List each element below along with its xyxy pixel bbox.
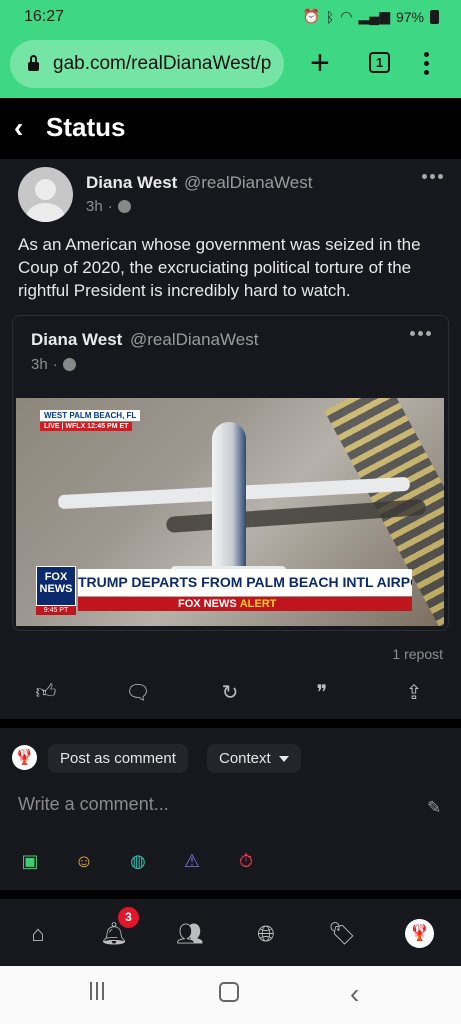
- notification-badge: 3: [118, 907, 139, 928]
- wifi-icon: ◠: [340, 8, 353, 24]
- chyron-headline: TRUMP DEPARTS FROM PALM BEACH INTL AIRPO…: [78, 569, 412, 596]
- bluetooth-icon: ᛒ: [325, 8, 335, 25]
- url-text: gab.com/realDianaWest/p: [53, 53, 272, 74]
- system-navigation: ‹: [0, 966, 461, 1024]
- home-icon[interactable]: ⌂: [23, 919, 53, 949]
- current-user-avatar[interactable]: 🦞: [12, 745, 37, 770]
- share-icon[interactable]: ⇪: [401, 679, 427, 705]
- browser-menu-icon[interactable]: [424, 52, 429, 79]
- lock-icon: [28, 55, 39, 71]
- comment-composer: 🦞 Post as comment Context ✎ ▣ ☺ ◍ ⚠ ⏱: [0, 728, 461, 890]
- context-label: Context: [219, 750, 271, 767]
- comment-icon[interactable]: 🗨︎: [125, 679, 151, 705]
- repost-icon[interactable]: ↻: [217, 679, 243, 705]
- globe-location-icon[interactable]: ◍: [127, 850, 149, 872]
- globe-icon: [62, 358, 76, 371]
- system-icons: ⏰ ᛒ ◠ ▂▄▆ 97%: [302, 8, 439, 25]
- alarm-icon: ⏰: [302, 8, 320, 24]
- author-avatar[interactable]: [18, 167, 73, 222]
- quoted-author-handle[interactable]: @realDianaWest: [130, 330, 258, 350]
- timer-icon[interactable]: ⏱: [235, 850, 257, 872]
- warning-icon[interactable]: ⚠: [181, 850, 203, 872]
- broadcast-clock: 9:45 PT: [36, 606, 76, 615]
- address-bar[interactable]: gab.com/realDianaWest/p: [10, 40, 284, 88]
- post-age[interactable]: 3h: [86, 198, 103, 215]
- groups-icon[interactable]: 👥︎: [175, 919, 205, 949]
- image-upload-icon[interactable]: ▣: [19, 850, 41, 872]
- author-name[interactable]: Diana West: [86, 173, 177, 193]
- tags-icon[interactable]: 🏷︎: [327, 919, 357, 949]
- profile-avatar[interactable]: 🦞: [405, 919, 434, 948]
- post-as-comment-button[interactable]: Post as comment: [48, 744, 188, 773]
- context-dropdown[interactable]: Context: [207, 744, 301, 773]
- clock: 16:27: [24, 8, 65, 25]
- page-title: Status: [46, 112, 126, 142]
- media-image[interactable]: WEST PALM BEACH, FL LIVE | WFLX 12:45 PM…: [16, 398, 444, 626]
- repost-count[interactable]: 1 repost: [392, 646, 443, 662]
- page-header: ‹ Status: [0, 98, 461, 158]
- alert-brand: FOX NEWS: [178, 598, 237, 610]
- system-back-icon[interactable]: ‹: [350, 978, 359, 1010]
- quoted-author-name[interactable]: Diana West: [31, 330, 122, 350]
- quoted-post-meta: 3h ·: [31, 356, 76, 373]
- post-meta: 3h ·: [86, 198, 131, 215]
- emoji-icon[interactable]: ☺: [73, 850, 95, 872]
- explore-globe-icon[interactable]: 🌐︎: [251, 919, 281, 949]
- like-thumb-icon[interactable]: 👍︎: [33, 679, 59, 705]
- pencil-icon[interactable]: ✎: [427, 798, 441, 818]
- comment-input[interactable]: [18, 794, 418, 815]
- quoted-more-options-icon[interactable]: [410, 331, 431, 336]
- post-actions: 👍︎ 🗨︎ ↻ ❞ ⇪: [0, 679, 461, 709]
- new-tab-plus-icon[interactable]: +: [310, 46, 330, 80]
- battery-icon: [430, 9, 439, 24]
- quote-icon[interactable]: ❞: [309, 679, 335, 705]
- status-card: Diana West @realDianaWest 3h · As an Ame…: [0, 159, 461, 719]
- status-bar: 16:27 ⏰ ᛒ ◠ ▂▄▆ 97%: [0, 0, 461, 34]
- globe-icon: [117, 200, 131, 213]
- signal-icon: ▂▄▆: [358, 8, 390, 24]
- bottom-navigation: ⌂ 🔔︎ 3 👥︎ 🌐︎ 🏷︎ 🦞: [0, 899, 461, 966]
- meta-separator: ·: [107, 198, 113, 215]
- back-chevron-icon[interactable]: ‹: [14, 112, 23, 144]
- news-alert-bar: FOX NEWS ALERT: [78, 597, 412, 611]
- battery-percent: 97%: [395, 8, 424, 25]
- quoted-post[interactable]: Diana West @realDianaWest 3h · WEST PALM…: [12, 315, 449, 631]
- browser-toolbar: gab.com/realDianaWest/p + 1: [0, 34, 461, 98]
- location-tag: WEST PALM BEACH, FL: [40, 410, 141, 421]
- caret-down-icon: [278, 756, 289, 763]
- section-divider: [0, 890, 461, 898]
- alert-word: ALERT: [239, 598, 277, 610]
- system-home-icon[interactable]: [219, 982, 239, 1002]
- section-divider: [0, 719, 461, 727]
- recent-apps-icon[interactable]: [90, 982, 110, 1002]
- live-tag: LIVE | WFLX 12:45 PM ET: [40, 422, 133, 431]
- post-text: As an American whose government was seiz…: [18, 235, 421, 300]
- quoted-post-age[interactable]: 3h: [31, 356, 48, 373]
- author-handle[interactable]: @realDianaWest: [184, 173, 312, 193]
- meta-separator: ·: [52, 356, 58, 373]
- fox-news-logo: FOX NEWS: [36, 566, 76, 606]
- tab-switcher-button[interactable]: 1: [369, 52, 390, 73]
- more-options-icon[interactable]: [422, 174, 443, 179]
